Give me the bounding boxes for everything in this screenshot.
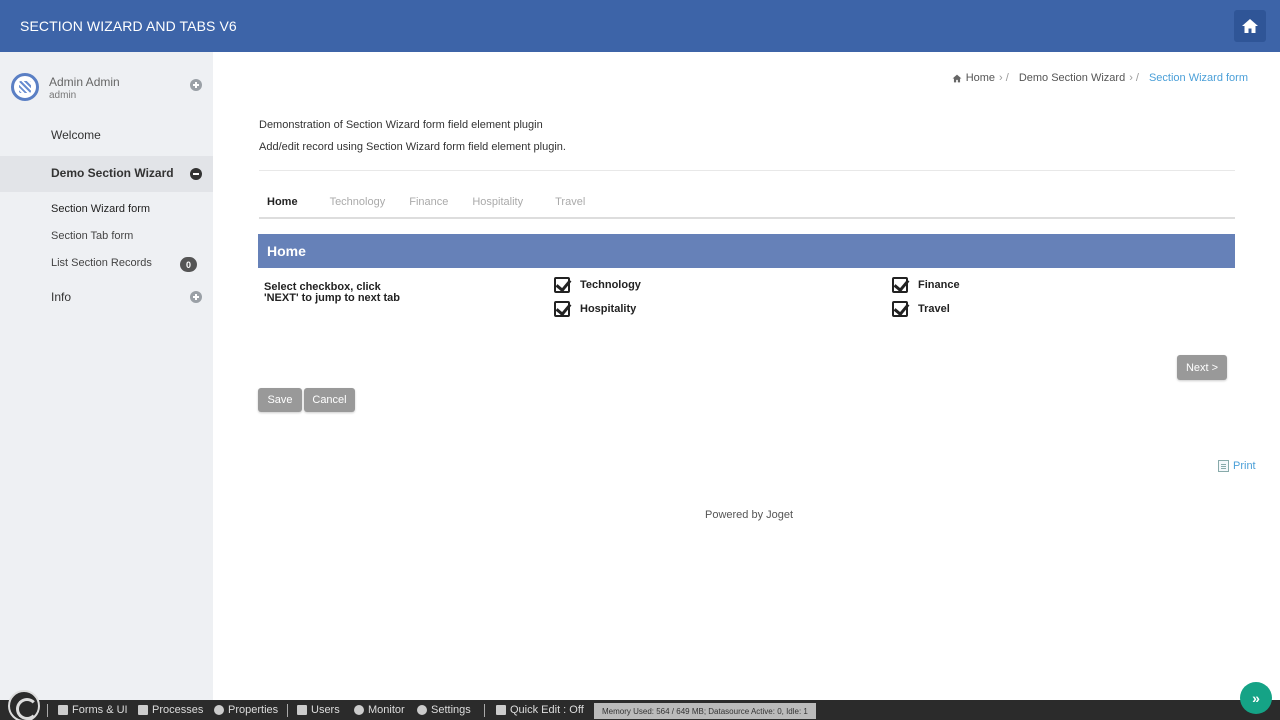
admin-bar-monitor[interactable]: Monitor bbox=[354, 704, 405, 716]
checkbox-travel[interactable] bbox=[892, 301, 908, 317]
expand-fab-button[interactable]: » bbox=[1240, 682, 1272, 714]
user-username: admin bbox=[49, 90, 77, 101]
collapse-icon[interactable] bbox=[190, 168, 202, 180]
print-icon bbox=[1218, 460, 1229, 472]
cogs-icon bbox=[417, 705, 427, 715]
section-header: Home bbox=[258, 234, 1235, 268]
section-title: Home bbox=[267, 243, 306, 259]
expand-info-icon[interactable] bbox=[190, 291, 202, 303]
gear-icon bbox=[214, 705, 224, 715]
list-icon bbox=[138, 705, 148, 715]
breadcrumb: Home › / Demo Section Wizard › / Section… bbox=[952, 72, 1248, 84]
admin-bar-separator bbox=[484, 704, 485, 717]
sidebar-item-info[interactable]: Info bbox=[51, 290, 71, 304]
app-title: SECTION WIZARD AND TABS V6 bbox=[20, 18, 237, 34]
admin-bar-monitor-label[interactable]: Monitor bbox=[368, 704, 405, 716]
sidebar-item-list-section-records[interactable]: List Section Records bbox=[51, 257, 152, 269]
admin-bar-settings[interactable]: Settings bbox=[417, 704, 471, 716]
dashboard-icon bbox=[354, 705, 364, 715]
breadcrumb-parent[interactable]: Demo Section Wizard bbox=[1019, 72, 1125, 84]
breadcrumb-separator: › / bbox=[1129, 72, 1139, 84]
cancel-button[interactable]: Cancel bbox=[304, 388, 355, 412]
divider bbox=[259, 170, 1235, 171]
pencil-icon bbox=[496, 705, 506, 715]
print-label[interactable]: Print bbox=[1233, 460, 1256, 472]
checkbox-label-travel[interactable]: Travel bbox=[918, 303, 950, 315]
sidebar-item-section-tab-form[interactable]: Section Tab form bbox=[51, 230, 133, 242]
admin-bar-users-label[interactable]: Users bbox=[311, 704, 340, 716]
checkbox-finance[interactable] bbox=[892, 277, 908, 293]
users-icon bbox=[297, 705, 307, 715]
tab-home[interactable]: Home bbox=[267, 196, 298, 208]
admin-bar-forms[interactable]: Forms & UI bbox=[58, 704, 128, 716]
sidebar: Admin Admin admin Welcome Demo Section W… bbox=[0, 52, 213, 700]
sidebar-item-demo-section-wizard[interactable]: Demo Section Wizard bbox=[51, 166, 174, 180]
print-link[interactable]: Print bbox=[1218, 460, 1256, 472]
home-icon bbox=[1242, 19, 1258, 33]
admin-bar-quick-edit-label[interactable]: Quick Edit : Off bbox=[510, 704, 584, 716]
breadcrumb-current: Section Wizard form bbox=[1148, 72, 1248, 84]
checkbox-label-technology[interactable]: Technology bbox=[580, 279, 641, 291]
checkbox-hospitality[interactable] bbox=[554, 301, 570, 317]
sidebar-item-welcome[interactable]: Welcome bbox=[51, 128, 101, 142]
next-button[interactable]: Next > bbox=[1177, 355, 1227, 380]
joget-logo-icon[interactable] bbox=[8, 690, 40, 720]
form-subdescription: Add/edit record using Section Wizard for… bbox=[259, 141, 566, 153]
breadcrumb-home[interactable]: Home bbox=[966, 72, 995, 84]
top-header: SECTION WIZARD AND TABS V6 bbox=[0, 0, 1280, 52]
field-label: Select checkbox, click 'NEXT' to jump to… bbox=[264, 281, 401, 304]
tab-finance[interactable]: Finance bbox=[409, 196, 448, 208]
admin-bar-quick-edit[interactable]: Quick Edit : Off bbox=[496, 704, 584, 716]
home-small-icon bbox=[952, 74, 962, 82]
admin-bar-properties-label[interactable]: Properties bbox=[228, 704, 278, 716]
tab-hospitality[interactable]: Hospitality bbox=[472, 196, 523, 208]
avatar bbox=[11, 73, 39, 101]
admin-bar-properties[interactable]: Properties bbox=[214, 704, 278, 716]
checkbox-label-hospitality[interactable]: Hospitality bbox=[580, 303, 636, 315]
double-chevron-right-icon: » bbox=[1252, 690, 1260, 706]
admin-bar-separator bbox=[287, 704, 288, 717]
tab-underline bbox=[259, 217, 1235, 219]
admin-bar-processes[interactable]: Processes bbox=[138, 704, 203, 716]
tab-travel[interactable]: Travel bbox=[555, 196, 585, 208]
tab-technology[interactable]: Technology bbox=[330, 196, 386, 208]
powered-by: Powered by Joget bbox=[705, 509, 794, 521]
admin-bar-processes-label[interactable]: Processes bbox=[152, 704, 203, 716]
sidebar-item-section-wizard-form[interactable]: Section Wizard form bbox=[51, 203, 150, 215]
admin-bar-forms-label[interactable]: Forms & UI bbox=[72, 704, 128, 716]
memory-status: Memory Used: 564 / 649 MB; Datasource Ac… bbox=[594, 703, 816, 719]
checkbox-label-finance[interactable]: Finance bbox=[918, 279, 960, 291]
admin-bar-separator bbox=[47, 704, 48, 717]
breadcrumb-separator: › / bbox=[999, 72, 1009, 84]
user-name: Admin Admin bbox=[49, 75, 120, 89]
save-button[interactable]: Save bbox=[258, 388, 302, 412]
form-description: Demonstration of Section Wizard form fie… bbox=[259, 119, 543, 131]
admin-bar-users[interactable]: Users bbox=[297, 704, 340, 716]
home-button[interactable] bbox=[1234, 10, 1266, 42]
wizard-tabs: Home Technology Finance Hospitality Trav… bbox=[259, 196, 585, 208]
expand-user-icon[interactable] bbox=[190, 79, 202, 91]
record-count-badge: 0 bbox=[180, 257, 197, 272]
admin-bar-settings-label[interactable]: Settings bbox=[431, 704, 471, 716]
edit-icon bbox=[58, 705, 68, 715]
checkbox-technology[interactable] bbox=[554, 277, 570, 293]
